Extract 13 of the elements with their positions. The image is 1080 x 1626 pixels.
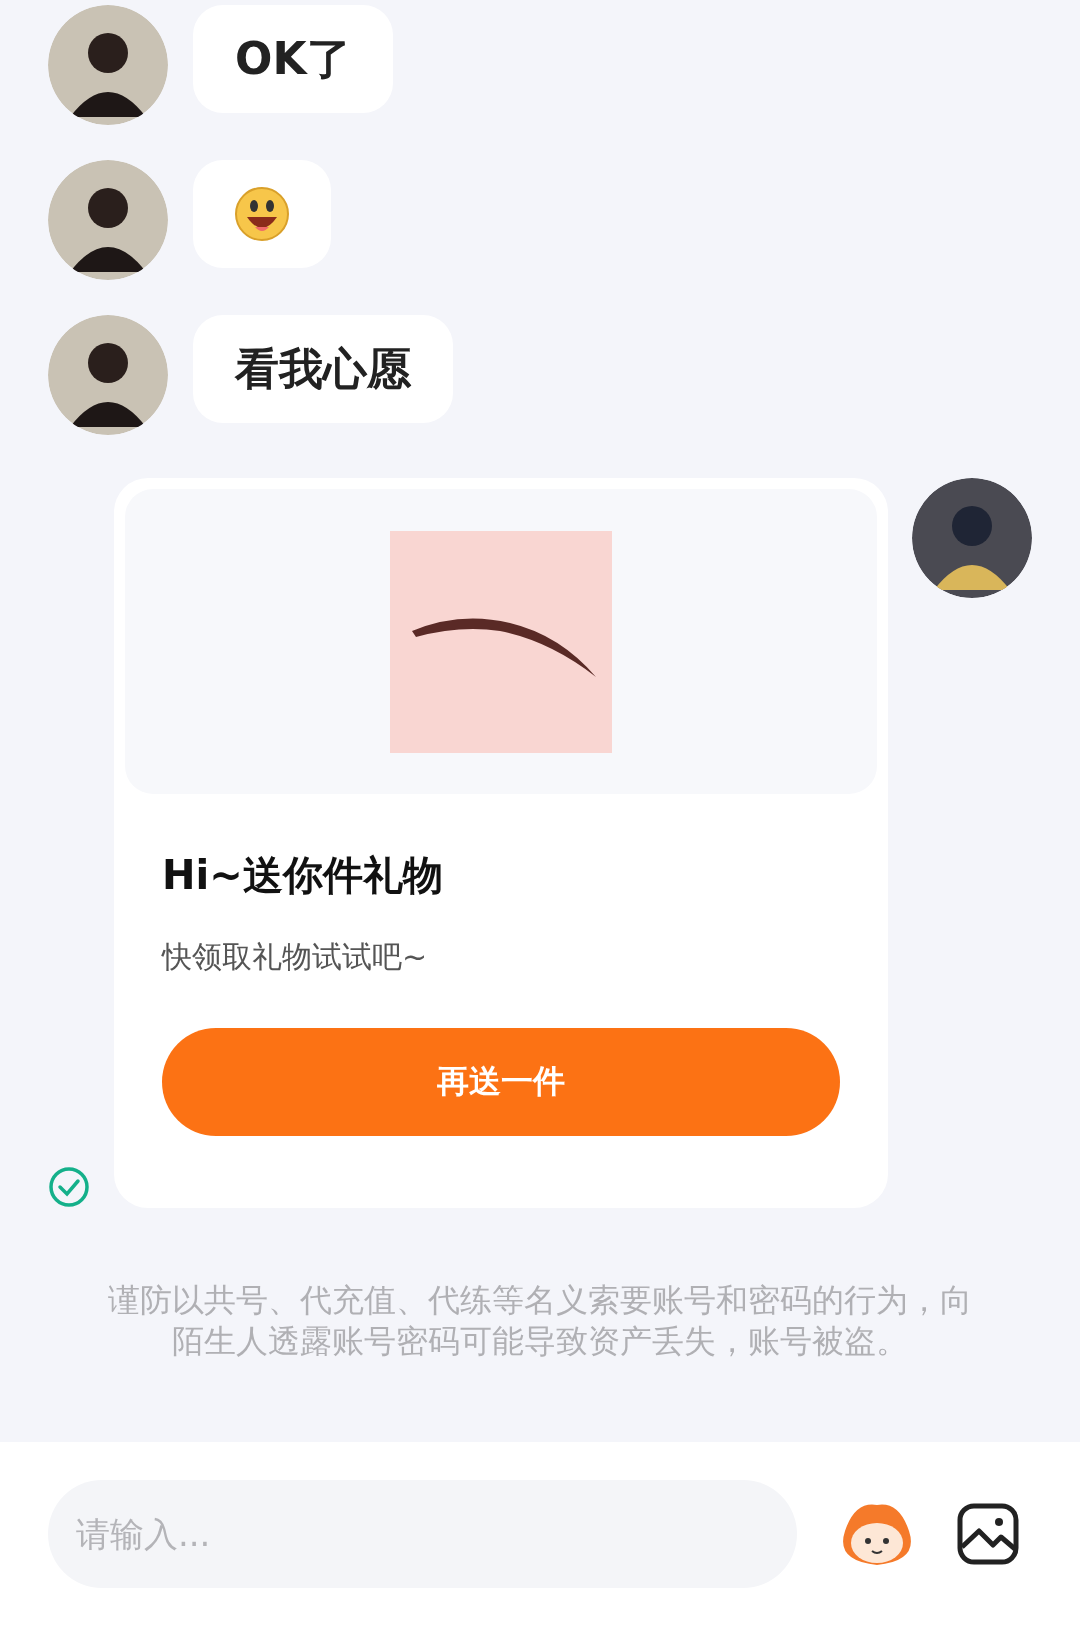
grinning-face-icon xyxy=(235,187,289,241)
message-bubble: OK了 xyxy=(193,5,393,113)
avatar[interactable] xyxy=(48,160,168,280)
security-notice: 谨防以共号、代充值、代练等名义索要账号和密码的行为，向陌生人透露账号密码可能导致资产丢失，账号被盗。 xyxy=(107,1280,973,1362)
gift-subtitle: 快领取礼物试试吧~ xyxy=(162,938,429,976)
message-bubble: 看我心愿 xyxy=(193,315,453,423)
image-icon[interactable] xyxy=(957,1503,1019,1565)
avatar[interactable] xyxy=(912,478,1032,598)
gift-title: Hi~送你件礼物 xyxy=(162,851,444,900)
avatar[interactable] xyxy=(48,315,168,435)
avatar[interactable] xyxy=(48,5,168,125)
send-again-button[interactable]: 再送一件 xyxy=(162,1028,840,1136)
message-input[interactable]: 请输入... xyxy=(48,1480,797,1588)
